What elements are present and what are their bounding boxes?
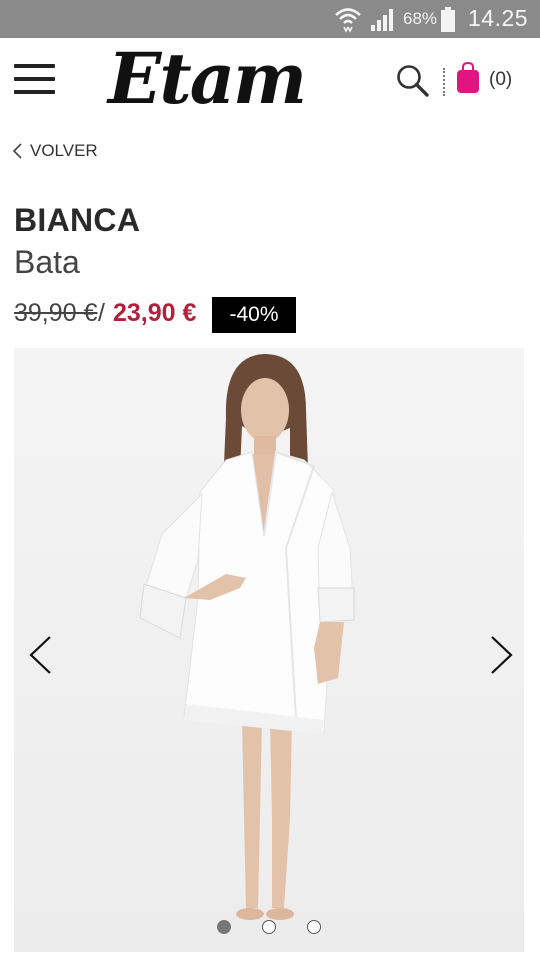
status-time: 14.25 [468, 5, 529, 31]
product-brand: BIANCA [14, 202, 141, 238]
discount-badge: -40% [212, 297, 296, 333]
chevron-right-icon[interactable] [486, 634, 516, 676]
back-label: VOLVER [30, 141, 98, 160]
battery-percentage: 68% [403, 9, 438, 28]
product-type: Bata [14, 244, 80, 280]
shopping-bag-icon [457, 62, 479, 93]
product-photo [14, 348, 524, 952]
chevron-left-icon [12, 143, 22, 159]
carousel-dot[interactable] [217, 920, 231, 934]
battery-icon [441, 7, 455, 32]
carousel-dot[interactable] [307, 920, 321, 934]
signal-icon [371, 9, 393, 31]
price-separator: / [98, 299, 105, 327]
cart-count: (0) [489, 69, 513, 90]
status-bar: 68% 14.25 [0, 0, 540, 38]
etam-logo[interactable]: Etam [108, 40, 333, 118]
carousel-pagination [214, 920, 334, 938]
sale-price: 23,90 € [113, 299, 197, 327]
wifi-icon [335, 8, 361, 33]
product-image-carousel[interactable] [14, 348, 524, 952]
carousel-dot[interactable] [262, 920, 276, 934]
search-icon[interactable] [396, 64, 430, 98]
header-divider [443, 68, 445, 96]
hamburger-menu-icon [14, 64, 55, 68]
app-header: Etam (0) [0, 38, 540, 130]
hamburger-menu-button[interactable] [14, 64, 56, 98]
original-price: 39,90 € [14, 299, 98, 327]
cart-button[interactable]: (0) [456, 62, 518, 98]
chevron-left-icon[interactable] [26, 634, 56, 676]
